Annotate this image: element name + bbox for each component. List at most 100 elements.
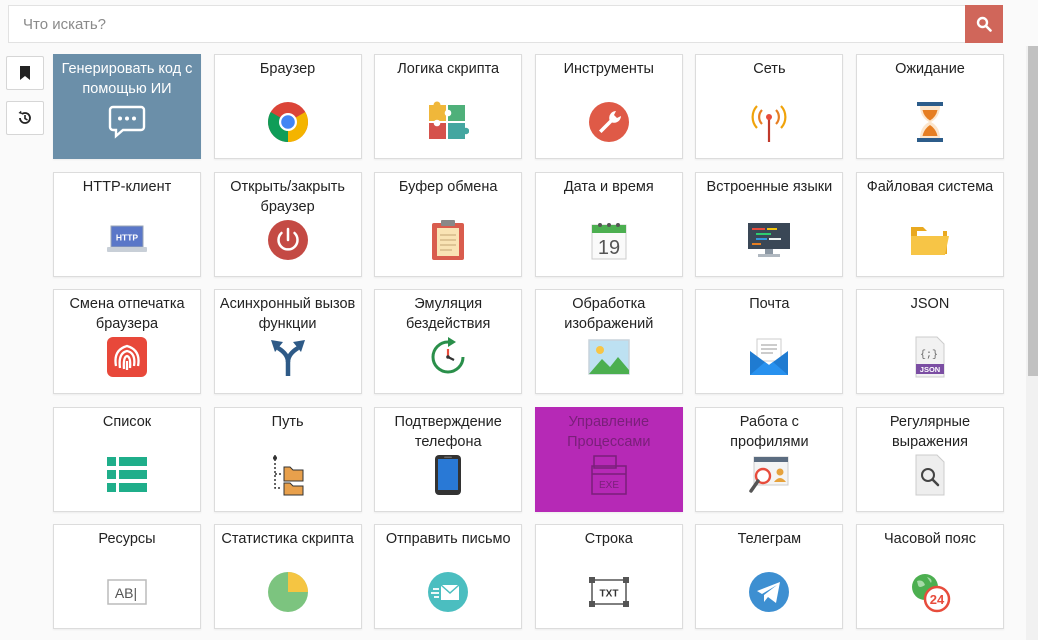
smartphone-icon: [426, 453, 470, 497]
timezone-icon-text: 24: [930, 592, 945, 607]
tile-date-time[interactable]: Дата и время 19: [534, 171, 683, 277]
send-mail-icon: [426, 570, 470, 614]
list-icon: [105, 453, 149, 497]
tile-label: Файловая система: [866, 178, 994, 195]
tile-timezone[interactable]: Часовой пояс 24: [855, 524, 1004, 629]
search-bar: [8, 5, 1003, 43]
tile-list[interactable]: Список: [53, 406, 201, 512]
picture-icon: [587, 335, 631, 379]
tile-profiles[interactable]: Работа с профилями: [695, 406, 844, 512]
tile-network[interactable]: Сеть: [695, 54, 844, 159]
tile-label: Логика скрипта: [397, 61, 500, 77]
tile-label: Ресурсы: [98, 531, 156, 547]
json-file-icon: {;} JSON: [908, 335, 952, 379]
tile-async-call[interactable]: Асинхронный вызов функции: [213, 289, 362, 394]
search-icon: [976, 16, 992, 32]
exe-file-icon: EXE: [587, 453, 631, 497]
clipboard-icon: [426, 218, 470, 262]
text-field-icon: AB|: [105, 570, 149, 614]
antenna-icon: [747, 100, 791, 144]
tile-file-system[interactable]: Файловая система: [855, 171, 1004, 277]
tile-label: Отправить письмо: [385, 531, 511, 547]
tile-phone-verification[interactable]: Подтверждение телефона: [374, 406, 523, 512]
tile-process-management[interactable]: Управление Процессами EXE: [534, 406, 683, 512]
tile-label: Обработка изображений: [564, 296, 654, 332]
tile-label: Часовой пояс: [883, 531, 976, 547]
calendar-icon-text: 19: [598, 237, 620, 259]
tile-label: Смена отпечатка браузера: [69, 296, 185, 332]
tile-builtin-languages[interactable]: Встроенные языки: [695, 171, 844, 277]
tile-telegram[interactable]: Телеграм: [695, 524, 844, 629]
calendar-icon: 19: [587, 218, 631, 262]
tile-label: Дата и время: [563, 178, 654, 195]
profile-search-icon: [747, 453, 791, 497]
tile-label: Путь: [271, 413, 304, 430]
tile-label: Ожидание: [895, 61, 965, 77]
tile-label: Встроенные языки: [706, 178, 833, 195]
history-button[interactable]: [6, 101, 44, 135]
tile-label: Асинхронный вызов функции: [219, 296, 356, 332]
tile-image-processing[interactable]: Обработка изображений: [534, 289, 683, 394]
resources-icon-text: AB|: [115, 585, 137, 601]
http-laptop-icon: HTTP: [105, 218, 149, 262]
tile-label: Телеграм: [737, 531, 802, 547]
tile-ai-codegen[interactable]: Генерировать код с помощью ИИ: [53, 54, 201, 159]
tile-tools[interactable]: Инструменты: [534, 54, 683, 159]
tile-open-close-browser[interactable]: Открыть/закрыть браузер: [213, 171, 362, 277]
power-icon: [266, 218, 310, 262]
code-monitor-icon: [747, 218, 791, 262]
search-button[interactable]: [965, 5, 1003, 43]
tile-label: Сеть: [753, 61, 786, 77]
tile-browser-fingerprint[interactable]: Смена отпечатка браузера: [53, 289, 201, 394]
scrollbar-thumb[interactable]: [1028, 46, 1038, 376]
tile-label: Подтверждение телефона: [394, 413, 502, 450]
tile-label: Строка: [584, 531, 633, 547]
tile-label: Почта: [749, 296, 790, 312]
globe-24-icon: 24: [908, 570, 952, 614]
tile-regex[interactable]: Регулярные выражения: [855, 406, 1004, 512]
tile-resources[interactable]: Ресурсы AB|: [53, 524, 201, 629]
tile-browser[interactable]: Браузер: [213, 54, 362, 159]
tile-label: Браузер: [259, 61, 316, 77]
tile-label: Список: [102, 413, 152, 430]
tile-mail[interactable]: Почта: [695, 289, 844, 394]
tile-string[interactable]: Строка TXT: [534, 524, 683, 629]
pie-chart-icon: [266, 570, 310, 614]
tile-label: HTTP-клиент: [82, 178, 172, 195]
tile-http-client[interactable]: HTTP-клиент HTTP: [53, 171, 201, 277]
tile-path[interactable]: Путь: [213, 406, 362, 512]
search-input[interactable]: [9, 6, 967, 42]
tile-label: Статистика скрипта: [221, 531, 354, 547]
category-grid: Генерировать код с помощью ИИ Браузер Ло…: [53, 54, 1004, 629]
tile-waiting[interactable]: Ожидание: [855, 54, 1004, 159]
tile-json[interactable]: JSON {;} JSON: [855, 289, 1004, 394]
split-arrow-icon: [266, 335, 310, 379]
wrench-icon: [587, 100, 631, 144]
json-icon-text: JSON: [920, 365, 940, 374]
history-icon: [18, 110, 31, 124]
txt-icon-text: TXT: [599, 589, 618, 600]
tile-label: JSON: [910, 296, 950, 312]
json-braces-text: {;}: [920, 349, 938, 361]
txt-frame-icon: TXT: [587, 570, 631, 614]
tile-label: Эмуляция бездействия: [405, 296, 491, 332]
tile-send-email[interactable]: Отправить письмо: [374, 524, 523, 629]
clock-arrow-icon: [426, 335, 470, 379]
chrome-icon: [266, 100, 310, 144]
tile-label: Управление Процессами: [567, 413, 651, 450]
exe-icon-text: EXE: [599, 480, 619, 491]
file-search-icon: [908, 453, 952, 497]
tile-clipboard[interactable]: Буфер обмена: [374, 171, 523, 277]
tile-idle-emulation[interactable]: Эмуляция бездействия: [374, 289, 523, 394]
tile-label: Инструменты: [563, 61, 654, 77]
http-icon-text: HTTP: [116, 232, 139, 242]
tile-script-stats[interactable]: Статистика скрипта: [213, 524, 362, 629]
chat-bubble-icon: [105, 100, 149, 144]
tile-script-logic[interactable]: Логика скрипта: [374, 54, 523, 159]
bookmark-button[interactable]: [6, 56, 44, 90]
tile-label: Открыть/закрыть браузер: [230, 178, 345, 215]
tile-label: Генерировать код с помощью ИИ: [61, 61, 193, 97]
hourglass-icon: [908, 100, 952, 144]
tile-label: Регулярные выражения: [889, 413, 971, 450]
tile-label: Буфер обмена: [398, 178, 498, 195]
